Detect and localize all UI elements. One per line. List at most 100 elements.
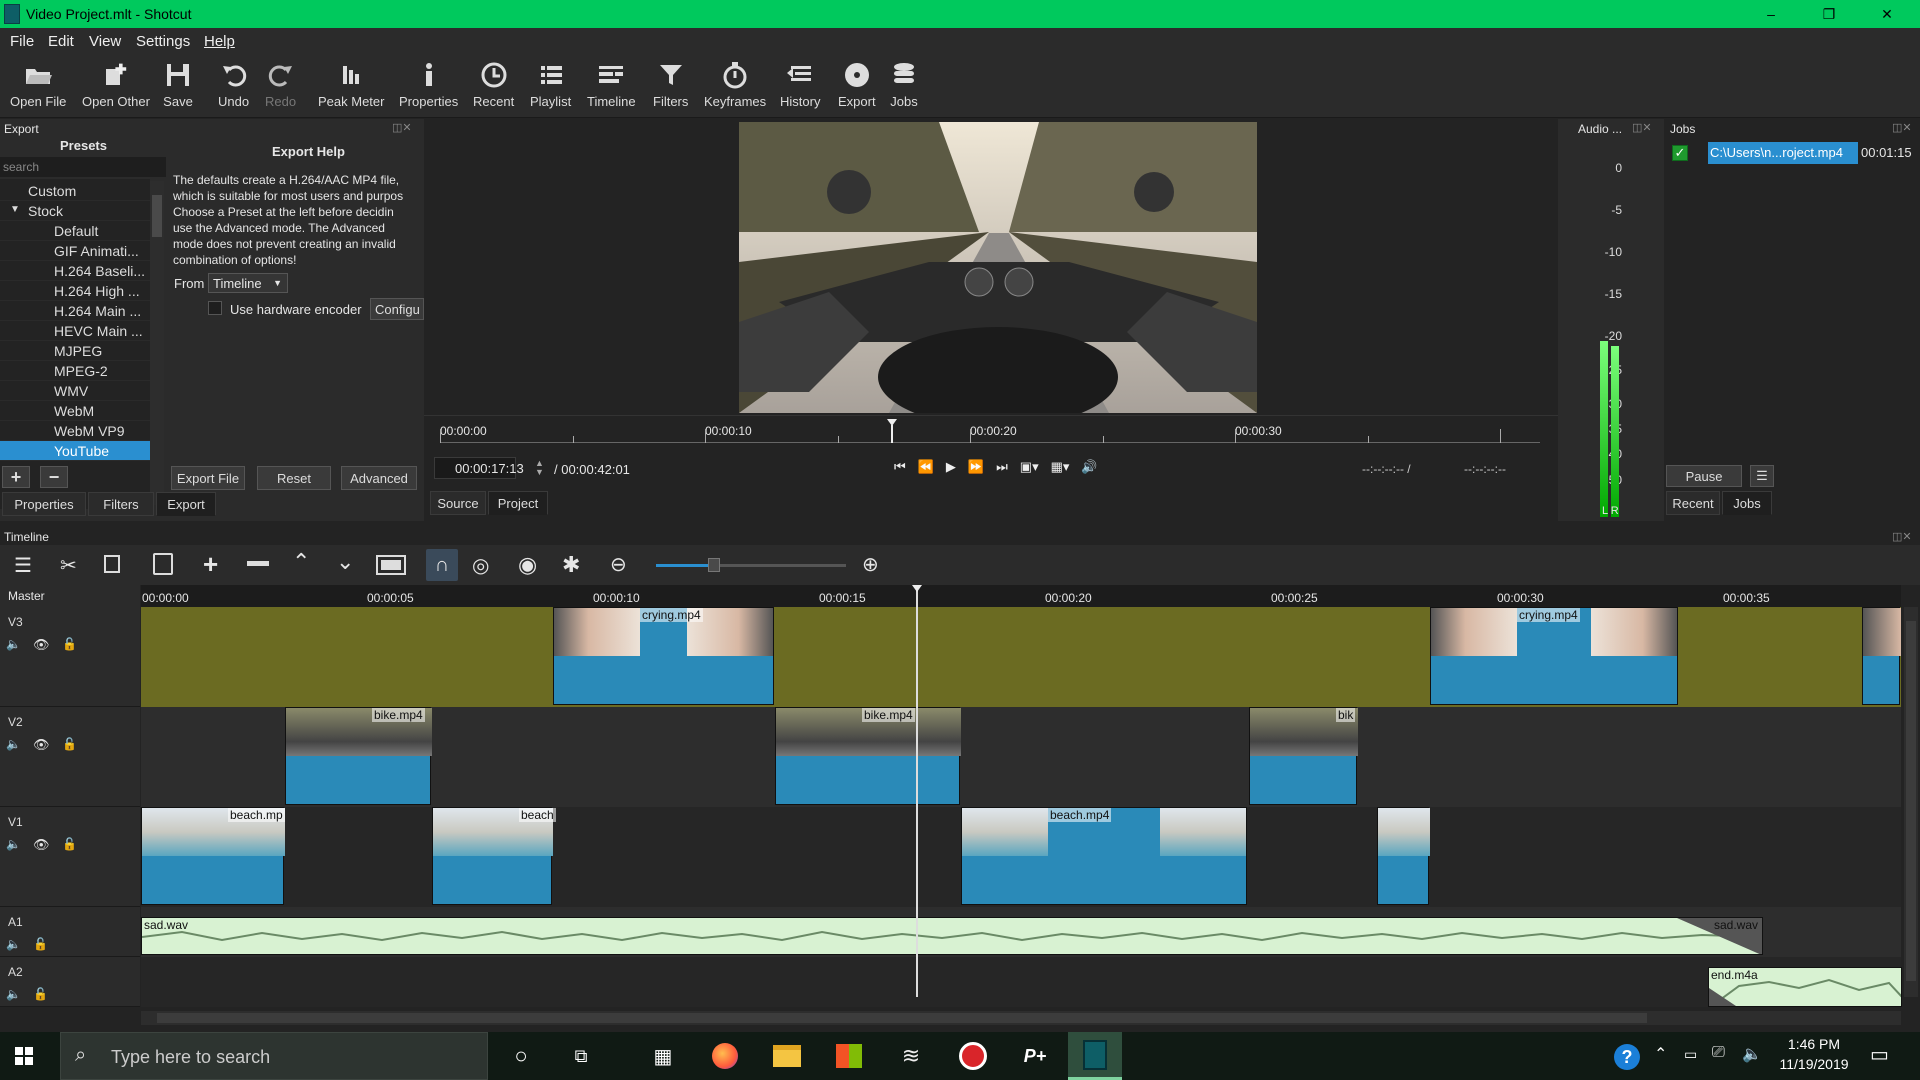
splitter[interactable]: [0, 521, 1920, 531]
preset-item[interactable]: MPEG-2: [0, 361, 150, 381]
scrollbar-thumb[interactable]: [157, 1013, 1647, 1023]
lock-icon[interactable]: 🔓: [62, 637, 77, 651]
timeline-menu-icon[interactable]: ☰: [14, 553, 32, 578]
shotcut-taskbar-icon[interactable]: [1068, 1032, 1122, 1080]
clip-beach-short[interactable]: [1377, 807, 1430, 905]
lock-icon[interactable]: 🔓: [62, 837, 77, 851]
track-header-v2[interactable]: V2 🔈 👁 🔓: [0, 707, 140, 807]
configure-button[interactable]: Configu: [370, 298, 424, 320]
jobs-button[interactable]: Jobs: [889, 60, 919, 109]
task-view-icon[interactable]: ⧉: [554, 1032, 608, 1080]
copy-icon[interactable]: [104, 555, 120, 573]
rewind-icon[interactable]: ⏪: [918, 459, 934, 475]
add-preset-button[interactable]: +: [2, 466, 30, 488]
playlist-button[interactable]: Playlist: [530, 60, 571, 109]
menu-edit[interactable]: Edit: [48, 33, 74, 50]
calculator-icon[interactable]: ▦: [636, 1032, 690, 1080]
store-icon[interactable]: [822, 1032, 876, 1080]
timeline-ruler[interactable]: 00:00:00 00:00:05 00:00:10 00:00:15 00:0…: [141, 585, 1901, 607]
remove-preset-button[interactable]: −: [40, 466, 68, 488]
menu-help[interactable]: Help: [204, 33, 235, 50]
cortana-icon[interactable]: ○: [494, 1032, 548, 1080]
restore-button[interactable]: ❐: [1800, 0, 1858, 28]
track-header-a1[interactable]: A1 🔈 🔓: [0, 907, 140, 957]
preset-item[interactable]: Custom: [0, 181, 150, 201]
export-file-button[interactable]: Export File: [171, 466, 245, 490]
skip-previous-icon[interactable]: ⏮: [894, 459, 906, 475]
advanced-button[interactable]: Advanced: [341, 466, 417, 490]
pp-app-icon[interactable]: P+: [1008, 1032, 1062, 1080]
action-center-icon[interactable]: ▭: [1870, 1042, 1889, 1067]
hardware-encoder-checkbox[interactable]: [208, 301, 222, 315]
scrub-eye-icon[interactable]: ◎: [472, 553, 489, 578]
video-preview[interactable]: [739, 122, 1257, 413]
books-icon[interactable]: ≋: [884, 1032, 938, 1080]
timecode-spinner-icon[interactable]: ▲ ▼: [535, 459, 544, 477]
mute-icon[interactable]: 🔈: [6, 637, 21, 651]
lift-icon[interactable]: ⌃: [292, 549, 310, 575]
zoom-fit-icon[interactable]: ▣▾: [1020, 459, 1039, 475]
mute-icon[interactable]: 🔈: [6, 937, 21, 951]
menu-file[interactable]: File: [10, 33, 34, 50]
position-timecode-input[interactable]: 00:00:17:13: [434, 457, 524, 479]
mute-icon[interactable]: 🔈: [6, 837, 21, 851]
tab-recent[interactable]: Recent: [1666, 491, 1720, 515]
windows-start-icon[interactable]: [0, 1032, 48, 1080]
eye-icon[interactable]: 👁: [33, 737, 50, 753]
lock-icon[interactable]: 🔓: [33, 987, 48, 1001]
zoom-in-icon[interactable]: ⊕: [862, 552, 879, 577]
volume-tray-icon[interactable]: 🔈: [1742, 1044, 1762, 1064]
menu-view[interactable]: View: [89, 33, 121, 50]
tray-chevron-up-icon[interactable]: ⌃: [1654, 1044, 1667, 1064]
remove-icon[interactable]: [247, 561, 269, 566]
taskbar-clock[interactable]: 1:46 PM 11/19/2019: [1774, 1036, 1854, 1072]
clip-bike[interactable]: bik: [1249, 707, 1358, 805]
preset-item[interactable]: HEVC Main ...: [0, 321, 150, 341]
minimize-button[interactable]: –: [1742, 0, 1800, 28]
track-lane-a2[interactable]: [141, 957, 1901, 1007]
recent-button[interactable]: Recent: [473, 60, 514, 109]
clip-bike[interactable]: bike.mp4: [775, 707, 961, 805]
filters-button[interactable]: Filters: [653, 60, 688, 109]
open-other-button[interactable]: Open Other: [82, 60, 150, 109]
jobs-menu-icon[interactable]: ☰: [1750, 465, 1774, 487]
timeline-playhead-marker[interactable]: [912, 585, 922, 592]
redo-button[interactable]: Redo: [265, 60, 296, 109]
peak-meter-button[interactable]: Peak Meter: [318, 60, 384, 109]
overwrite-icon[interactable]: ⌄: [336, 549, 354, 575]
timeline-vscroll[interactable]: [1904, 607, 1918, 997]
preset-item-selected[interactable]: YouTube: [0, 441, 150, 461]
skip-next-icon[interactable]: ⏭: [996, 459, 1008, 475]
preset-item[interactable]: H.264 Baseli...: [0, 261, 150, 281]
player-ruler[interactable]: 00:00:00 00:00:10 00:00:20 00:00:30: [440, 419, 1540, 445]
clip-bike[interactable]: bike.mp4: [285, 707, 432, 805]
preset-item[interactable]: GIF Animati...: [0, 241, 150, 261]
tab-export[interactable]: Export: [156, 492, 216, 516]
panel-float-icon[interactable]: ◫✕: [392, 121, 412, 134]
volume-icon[interactable]: 🔊: [1081, 459, 1097, 475]
cut-icon[interactable]: ✂: [60, 553, 77, 578]
preset-item[interactable]: H.264 High ...: [0, 281, 150, 301]
tab-jobs[interactable]: Jobs: [1722, 491, 1772, 515]
snap-magnet-icon[interactable]: ∩: [426, 549, 458, 581]
fast-forward-icon[interactable]: ⏩: [968, 459, 984, 475]
panel-float-icon[interactable]: ◫✕: [1892, 530, 1912, 543]
save-button[interactable]: Save: [163, 60, 193, 109]
network-icon[interactable]: ⎚: [1712, 1044, 1725, 1062]
firefox-icon[interactable]: [698, 1032, 752, 1080]
scrollbar-thumb[interactable]: [1906, 621, 1916, 981]
preset-item[interactable]: WebM VP9: [0, 421, 150, 441]
menu-settings[interactable]: Settings: [136, 33, 190, 50]
panel-float-icon[interactable]: ◫✕: [1632, 121, 1652, 134]
tab-filters[interactable]: Filters: [88, 492, 154, 516]
timeline-playhead[interactable]: [916, 585, 918, 997]
zoom-out-icon[interactable]: ⊖: [610, 552, 627, 577]
preset-item[interactable]: MJPEG: [0, 341, 150, 361]
split-icon[interactable]: [376, 555, 406, 575]
zoom-slider-handle[interactable]: [708, 558, 720, 572]
properties-button[interactable]: Properties: [399, 60, 458, 109]
pause-jobs-button[interactable]: Pause: [1666, 465, 1742, 487]
clip-sad-wav[interactable]: sad.wav sad.wav: [141, 917, 1763, 955]
job-item-name[interactable]: C:\Users\n...roject.mp4: [1708, 142, 1858, 164]
clip-crying-partial[interactable]: [1862, 607, 1901, 705]
